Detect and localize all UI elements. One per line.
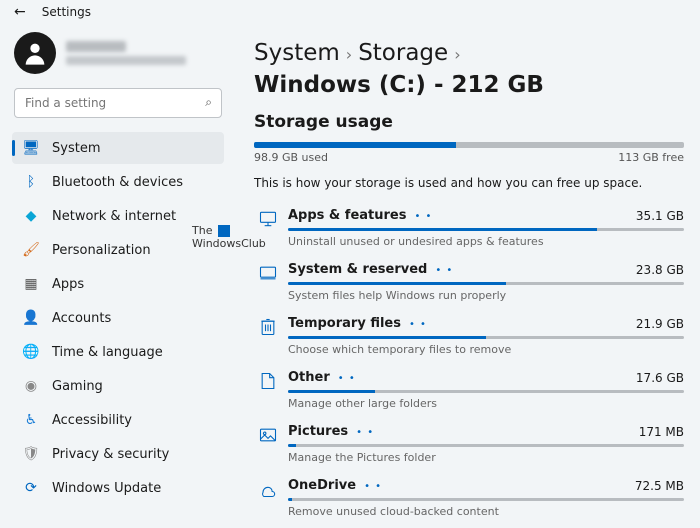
nav-icon: 🛡 (22, 445, 40, 463)
storage-category[interactable]: OneDrive• • 72.5 MB Remove unused cloud-… (254, 474, 684, 528)
nav-item-accounts[interactable]: 👤 Accounts (12, 302, 224, 334)
loading-icon: • • (356, 427, 374, 438)
profile-email-redacted (66, 56, 186, 65)
category-hint: Manage the Pictures folder (288, 451, 684, 464)
category-size: 35.1 GB (636, 209, 684, 223)
category-bar (288, 282, 684, 285)
free-label: 113 GB free (618, 151, 684, 164)
nav-icon: ⟳ (22, 479, 40, 497)
nav-item-time-language[interactable]: 🌐 Time & language (12, 336, 224, 368)
nav-item-gaming[interactable]: ◉ Gaming (12, 370, 224, 402)
storage-category[interactable]: Other • • 17.6 GB Manage other large fold… (254, 366, 684, 420)
category-icon (254, 425, 282, 445)
nav-item-accessibility[interactable]: ♿ Accessibility (12, 404, 224, 436)
loading-icon: • • (435, 265, 453, 276)
loading-icon: • • (364, 481, 382, 492)
nav-label: System (52, 141, 100, 156)
back-button[interactable]: ← (14, 4, 26, 20)
nav-label: Network & internet (52, 209, 176, 224)
category-size: 72.5 MB (635, 479, 684, 493)
nav-label: Accessibility (52, 413, 132, 428)
nav-label: Gaming (52, 379, 103, 394)
watermark: The WindowsClub (192, 225, 266, 250)
nav-label: Time & language (52, 345, 163, 360)
category-bar (288, 336, 684, 339)
search-icon: ⌕ (205, 95, 212, 110)
nav-item-apps[interactable]: ▦ Apps (12, 268, 224, 300)
nav-label: Windows Update (52, 481, 161, 496)
crumb-drive: Windows (C:) - 212 GB (254, 72, 544, 98)
loading-icon: • • (409, 319, 427, 330)
category-size: 171 MB (639, 425, 684, 439)
storage-category[interactable]: Pictures • • 171 MB Manage the Pictures f… (254, 420, 684, 474)
category-size: 17.6 GB (636, 371, 684, 385)
chevron-right-icon: › (454, 45, 460, 64)
used-label: 98.9 GB used (254, 151, 328, 164)
category-hint: System files help Windows run properly (288, 289, 684, 302)
nav-item-bluetooth-devices[interactable]: ᛒ Bluetooth & devices (12, 166, 224, 198)
loading-icon: • • (414, 211, 432, 222)
nav-icon: ▦ (22, 275, 40, 293)
category-name: System & reserved (288, 262, 427, 277)
category-bar (288, 444, 684, 447)
avatar (14, 32, 56, 74)
category-name: Pictures (288, 424, 348, 439)
search-input[interactable] (14, 88, 222, 118)
category-icon (254, 371, 282, 391)
nav-label: Personalization (52, 243, 151, 258)
crumb-storage[interactable]: Storage (358, 40, 448, 66)
category-hint: Manage other large folders (288, 397, 684, 410)
storage-category[interactable]: Temporary files • • 21.9 GB Choose which … (254, 312, 684, 366)
category-hint: Choose which temporary files to remove (288, 343, 684, 356)
breadcrumb: System › Storage › Windows (C:) - 212 GB (254, 40, 684, 98)
category-bar (288, 498, 684, 501)
category-size: 23.8 GB (636, 263, 684, 277)
nav-item-windows-update[interactable]: ⟳ Windows Update (12, 472, 224, 504)
nav-label: Bluetooth & devices (52, 175, 183, 190)
category-name: OneDrive (288, 478, 356, 493)
section-title: Storage usage (254, 112, 684, 132)
profile-block[interactable] (14, 32, 224, 74)
category-name: Temporary files (288, 316, 401, 331)
storage-category[interactable]: System & reserved • • 23.8 GB System file… (254, 258, 684, 312)
nav-icon: ◉ (22, 377, 40, 395)
category-icon (254, 263, 282, 283)
crumb-system[interactable]: System (254, 40, 340, 66)
usage-description: This is how your storage is used and how… (254, 176, 684, 190)
category-bar (288, 390, 684, 393)
category-hint: Uninstall unused or undesired apps & fea… (288, 235, 684, 248)
search-box[interactable]: ⌕ (14, 88, 222, 118)
category-name: Apps & features (288, 208, 406, 223)
nav-label: Apps (52, 277, 84, 292)
storage-category[interactable]: Apps & features • • 35.1 GB Uninstall unu… (254, 204, 684, 258)
nav-label: Accounts (52, 311, 111, 326)
category-size: 21.9 GB (636, 317, 684, 331)
nav-icon: ♿ (22, 411, 40, 429)
profile-name-redacted (66, 41, 126, 52)
nav-icon: 🌐 (22, 343, 40, 361)
nav-item-system[interactable]: 🖥 System (12, 132, 224, 164)
nav-icon: 👤 (22, 309, 40, 327)
category-icon (254, 317, 282, 337)
windowsclub-icon (218, 225, 230, 237)
total-usage-bar (254, 142, 684, 148)
nav-icon: 🖥 (22, 139, 40, 157)
loading-icon: • • (338, 373, 356, 384)
nav-item-privacy-security[interactable]: 🛡 Privacy & security (12, 438, 224, 470)
window-title: Settings (42, 5, 91, 19)
category-name: Other (288, 370, 330, 385)
nav-icon: 🖌 (22, 241, 40, 259)
nav-label: Privacy & security (52, 447, 169, 462)
category-bar (288, 228, 684, 231)
nav-icon: ᛒ (22, 173, 40, 191)
category-icon (254, 479, 282, 499)
chevron-right-icon: › (346, 45, 352, 64)
nav-icon: ◆ (22, 207, 40, 225)
